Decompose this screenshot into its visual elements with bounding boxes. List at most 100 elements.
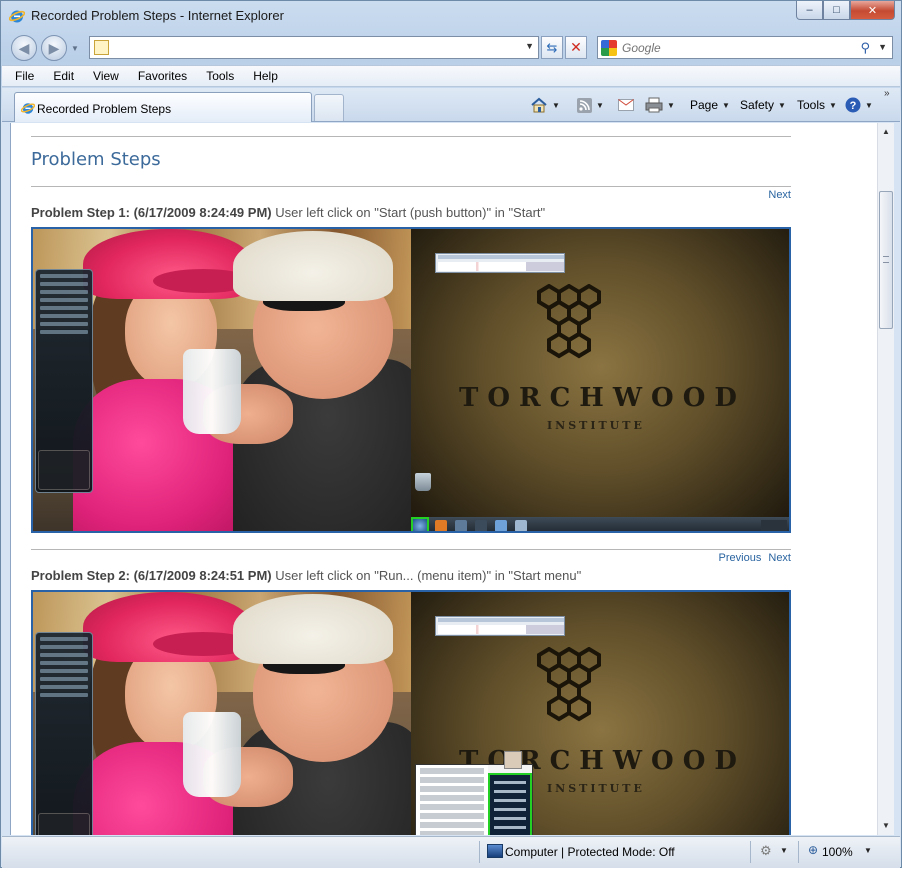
zoom-level[interactable]: 100% xyxy=(822,845,853,859)
internet-explorer-icon xyxy=(21,103,35,114)
home-icon xyxy=(531,97,547,113)
menu-edit[interactable]: Edit xyxy=(50,69,77,83)
taskbar-app-icon xyxy=(455,520,467,531)
taskbar-app-icon xyxy=(515,520,527,531)
home-dropdown-icon[interactable]: ▼ xyxy=(552,101,560,110)
status-bar: Computer | Protected Mode: Off ⚙ ▼ ⊕ 100… xyxy=(2,836,900,868)
print-button[interactable]: ▼ xyxy=(645,96,675,114)
printer-icon xyxy=(645,97,663,113)
protected-mode-icon[interactable]: ⚙ xyxy=(760,843,772,859)
security-zone-text: Computer | Protected Mode: Off xyxy=(505,845,675,859)
page-title: Problem Steps xyxy=(31,149,161,170)
user-avatar xyxy=(504,751,522,769)
back-button[interactable]: ◀ xyxy=(11,35,37,61)
forward-button[interactable]: ▶ xyxy=(41,35,67,61)
torchwood-logo-icon xyxy=(537,284,601,359)
start-button-highlight xyxy=(411,517,429,531)
scroll-up-arrow-icon[interactable]: ▲ xyxy=(878,125,894,139)
page-menu-button[interactable]: Page ▼ xyxy=(690,96,730,114)
menu-tools[interactable]: Tools xyxy=(203,69,237,83)
step-2-heading: Problem Step 2: (6/17/2009 8:24:51 PM) U… xyxy=(31,568,581,583)
step-1-heading: Problem Step 1: (6/17/2009 8:24:49 PM) U… xyxy=(31,205,545,220)
torchwood-logo-icon xyxy=(537,647,601,722)
ie-window: Recorded Problem Steps - Internet Explor… xyxy=(0,0,902,868)
address-field[interactable]: ▼ xyxy=(89,36,539,59)
scrollbar-thumb[interactable] xyxy=(879,191,893,329)
step-2-nav: Previous Next xyxy=(715,552,791,564)
title-bar: Recorded Problem Steps - Internet Explor… xyxy=(1,1,901,31)
window-controls: ‒ □ ✕ xyxy=(796,1,895,20)
recycle-bin-icon xyxy=(415,473,431,491)
step-1-screenshot: TORCHWOOD INSTITUTE xyxy=(31,227,791,533)
maximize-button[interactable]: □ xyxy=(823,1,850,20)
help-dropdown-icon[interactable]: ▼ xyxy=(865,101,873,110)
menu-bar: File Edit View Favorites Tools Help xyxy=(2,65,900,87)
google-icon xyxy=(601,40,617,56)
scroll-down-arrow-icon[interactable]: ▼ xyxy=(878,819,894,833)
search-icon[interactable]: ⚲ xyxy=(860,40,870,56)
recorder-toolbar xyxy=(435,253,565,273)
tools-menu-button[interactable]: Tools ▼ xyxy=(797,96,837,114)
search-input[interactable] xyxy=(622,39,852,56)
step-1-nav: Next xyxy=(764,189,791,201)
stop-button[interactable]: ✕ xyxy=(565,36,587,59)
safety-menu-label: Safety xyxy=(740,98,775,112)
recent-pages-dropdown[interactable]: ▼ xyxy=(71,44,79,53)
tab-recorded-problem-steps[interactable]: Recorded Problem Steps xyxy=(14,92,312,122)
menu-favorites[interactable]: Favorites xyxy=(135,69,190,83)
security-dropdown-icon[interactable]: ▼ xyxy=(780,846,788,855)
print-dropdown-icon[interactable]: ▼ xyxy=(667,101,675,110)
taskbar-clock xyxy=(761,520,787,531)
page-dropdown-icon: ▼ xyxy=(722,100,730,110)
step-2-title: Problem Step 2: (6/17/2009 8:24:51 PM) xyxy=(31,568,272,583)
zoom-dropdown-icon[interactable]: ▼ xyxy=(864,846,872,855)
feeds-button[interactable]: ▼ xyxy=(577,96,604,114)
menu-help[interactable]: Help xyxy=(250,69,281,83)
feeds-dropdown-icon[interactable]: ▼ xyxy=(596,101,604,110)
new-tab-button[interactable] xyxy=(314,94,344,121)
command-bar: Recorded Problem Steps ▼ ▼ ▼ Page ▼ Safe… xyxy=(2,88,900,122)
step-1-description: User left click on "Start (push button)"… xyxy=(275,205,546,220)
read-mail-button[interactable] xyxy=(618,96,634,114)
divider xyxy=(31,186,791,187)
forward-arrow-icon: ▶ xyxy=(48,39,60,56)
step-1-title: Problem Step 1: (6/17/2009 8:24:49 PM) xyxy=(31,205,272,220)
tab-label: Recorded Problem Steps xyxy=(37,102,172,116)
address-row: ◀ ▶ ▼ ▼ ⇆ ✕ ⚲ ▼ xyxy=(1,32,901,62)
safety-menu-button[interactable]: Safety ▼ xyxy=(740,96,786,114)
search-box[interactable]: ⚲ ▼ xyxy=(597,36,893,59)
home-button[interactable]: ▼ xyxy=(530,96,560,114)
close-button[interactable]: ✕ xyxy=(850,1,895,20)
rss-feed-icon xyxy=(577,97,592,113)
firefox-icon xyxy=(435,520,447,531)
messenger-gadget xyxy=(35,632,93,835)
toolbar-chevron-icon[interactable]: » xyxy=(884,88,890,99)
taskbar-app-icon xyxy=(475,520,487,531)
help-icon: ? xyxy=(845,97,861,113)
step-2-previous-link[interactable]: Previous xyxy=(719,552,762,564)
step-2-description: User left click on "Run... (menu item)" … xyxy=(275,568,582,583)
step-2-next-link[interactable]: Next xyxy=(768,552,791,564)
menu-file[interactable]: File xyxy=(12,69,37,83)
safety-dropdown-icon: ▼ xyxy=(778,100,786,110)
window-title: Recorded Problem Steps - Internet Explor… xyxy=(31,8,284,23)
stop-icon: ✕ xyxy=(570,39,582,55)
recorder-toolbar xyxy=(435,616,565,636)
back-arrow-icon: ◀ xyxy=(18,39,30,56)
help-button[interactable]: ? ▼ xyxy=(845,96,873,114)
page-menu-label: Page xyxy=(690,98,719,112)
address-dropdown-icon[interactable]: ▼ xyxy=(525,41,534,51)
zoom-icon[interactable]: ⊕ xyxy=(808,843,818,857)
vertical-scrollbar[interactable]: ▲ ▼ xyxy=(877,123,894,835)
page-icon xyxy=(94,40,109,55)
minimize-button[interactable]: ‒ xyxy=(796,1,823,20)
tools-menu-label: Tools xyxy=(797,98,826,112)
wallpaper-subtitle: INSTITUTE xyxy=(547,782,645,795)
menu-view[interactable]: View xyxy=(90,69,122,83)
search-options-dropdown-icon[interactable]: ▼ xyxy=(878,42,887,52)
wallpaper-subtitle: INSTITUTE xyxy=(547,419,645,432)
refresh-button[interactable]: ⇆ xyxy=(541,36,563,59)
wallpaper-photo xyxy=(33,592,411,835)
step-1-next-link[interactable]: Next xyxy=(768,189,791,201)
desktop-wallpaper: TORCHWOOD INSTITUTE xyxy=(411,229,789,531)
